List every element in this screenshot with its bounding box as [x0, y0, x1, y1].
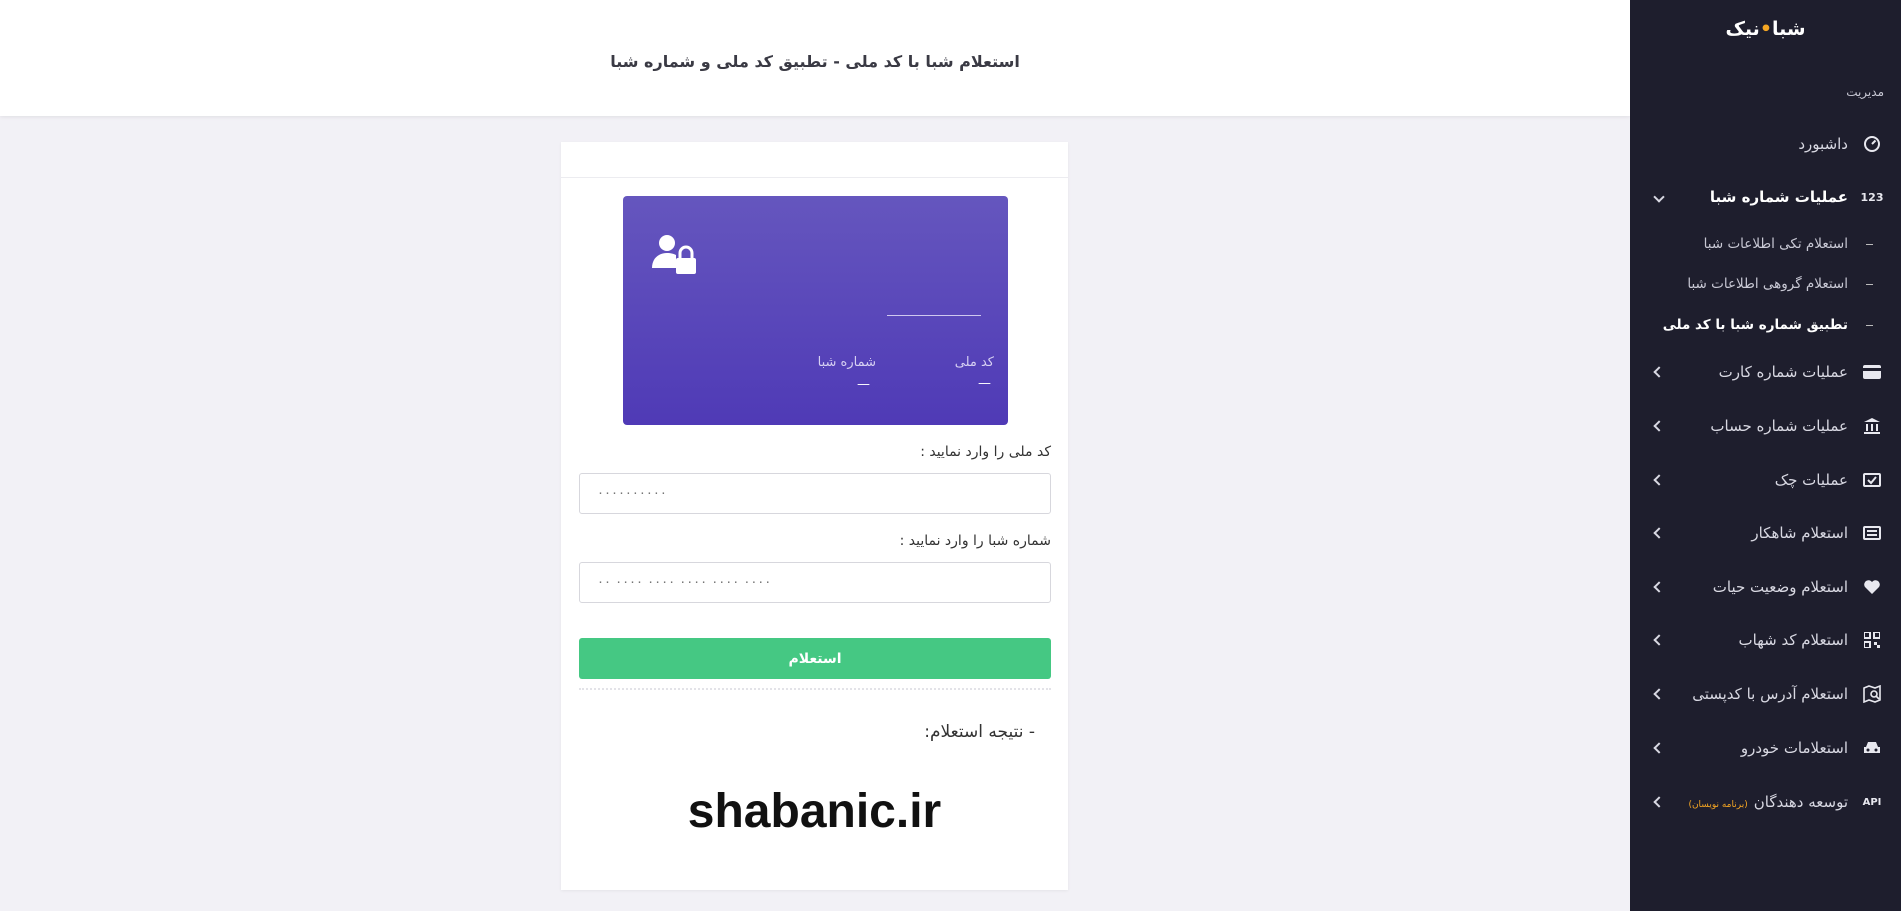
sidebar-subitem-label: استعلام گروهی اطلاعات شبا [1687, 276, 1848, 292]
sidebar-item-label: داشبورد [1798, 135, 1848, 153]
developers-badge: (برنامه نویسان) [1688, 800, 1748, 810]
sidebar-item-vehicle[interactable]: استعلامات خودرو [1630, 728, 1901, 768]
result-title: - نتیجه استعلام: [924, 722, 1035, 742]
identity-preview-card: کد ملی — شماره شبا — [623, 196, 1008, 425]
developers-label: توسعه دهندگان [1753, 793, 1848, 811]
inquiry-card: کد ملی — شماره شبا — کد ملی را وارد نمای… [561, 142, 1068, 890]
sidebar-subitem-label: استعلام تکی اطلاعات شبا [1703, 236, 1848, 252]
sidebar-subitem-label: تطبیق شماره شبا با کد ملی [1662, 317, 1848, 333]
sidebar-item-developers[interactable]: API توسعه دهندگان (برنامه نویسان) [1630, 782, 1901, 822]
sidebar-item-sheba-operations[interactable]: 123 عملیات شماره شبا [1630, 177, 1901, 217]
chevron-left-icon [1653, 581, 1665, 593]
sidebar-item-life-status[interactable]: استعلام وضعیت حیات [1630, 567, 1901, 607]
car-icon [1861, 737, 1883, 759]
chevron-left-icon [1653, 742, 1665, 754]
id-card-icon [1861, 522, 1883, 544]
sidebar-item-label: عملیات چک [1774, 471, 1848, 489]
chevron-left-icon [1653, 688, 1665, 700]
dash-icon [1866, 283, 1873, 285]
chevron-left-icon [1653, 634, 1665, 646]
sidebar-item-card-operations[interactable]: عملیات شماره کارت [1630, 352, 1901, 392]
chevron-left-icon [1653, 796, 1665, 808]
sidebar-item-label: عملیات شماره حساب [1710, 417, 1848, 435]
dash-icon [1866, 243, 1873, 245]
national-code-value: — [978, 376, 991, 391]
sidebar-subitem-single-sheba[interactable]: استعلام تکی اطلاعات شبا [1630, 229, 1901, 259]
api-icon: API [1862, 796, 1882, 808]
user-lock-icon [651, 234, 699, 282]
chevron-left-icon [1653, 366, 1665, 378]
sidebar-subitem-group-sheba[interactable]: استعلام گروهی اطلاعات شبا [1630, 269, 1901, 299]
sidebar-item-label: استعلام آدرس با کدپستی [1692, 685, 1848, 703]
inquiry-submit-button[interactable]: استعلام [579, 638, 1051, 679]
sidebar-item-dashboard[interactable]: داشبورد [1630, 124, 1901, 164]
national-code-label: کد ملی را وارد نمایید : [920, 444, 1051, 460]
sidebar-item-check-operations[interactable]: عملیات چک [1630, 460, 1901, 500]
map-search-icon [1861, 683, 1883, 705]
sidebar-section-label: مدیریت [1846, 85, 1884, 99]
sidebar-item-label: توسعه دهندگان (برنامه نویسان) [1688, 793, 1848, 811]
qr-code-icon [1861, 629, 1883, 651]
brand-logo[interactable]: شبا•نیک [1630, 18, 1901, 40]
brand-dot: • [1759, 18, 1772, 40]
sheba-caption: شماره شبا [817, 355, 876, 370]
national-code-caption: کد ملی [954, 355, 994, 370]
123-icon: 123 [1860, 190, 1884, 204]
sidebar-item-shahkar[interactable]: استعلام شاهکار [1630, 513, 1901, 553]
chevron-left-icon [1653, 527, 1665, 539]
sheba-label: شماره شبا را وارد نمایید : [899, 533, 1051, 549]
sheba-value: — [857, 377, 870, 392]
sidebar-item-label: عملیات شماره شبا [1709, 188, 1848, 206]
site-watermark: shabanic.ir [687, 785, 942, 838]
sidebar: شبا•نیک مدیریت داشبورد 123 عملیات شماره … [1630, 0, 1901, 911]
chevron-down-icon [1653, 191, 1665, 203]
dotted-divider [579, 688, 1051, 690]
sidebar-item-label: عملیات شماره کارت [1718, 363, 1848, 381]
gauge-icon [1861, 133, 1883, 155]
sidebar-item-account-operations[interactable]: عملیات شماره حساب [1630, 406, 1901, 446]
check-icon [1861, 469, 1883, 491]
dash-icon [1866, 324, 1873, 326]
sidebar-item-postal-address[interactable]: استعلام آدرس با کدپستی [1630, 674, 1901, 714]
national-code-input[interactable] [579, 473, 1051, 514]
chevron-left-icon [1653, 420, 1665, 432]
brand-text-end: نیک [1725, 18, 1760, 40]
brand-text-start: شبا [1771, 18, 1806, 40]
credit-card-icon [1861, 361, 1883, 383]
bank-icon [1861, 415, 1883, 437]
sidebar-item-label: استعلام شاهکار [1751, 524, 1848, 542]
page-title: استعلام شبا با کد ملی - تطبیق کد ملی و ش… [610, 52, 1020, 71]
card-divider-line [887, 315, 981, 316]
chevron-left-icon [1653, 474, 1665, 486]
sidebar-item-label: استعلامات خودرو [1740, 739, 1848, 757]
heart-icon [1861, 576, 1883, 598]
sidebar-item-shahab-code[interactable]: استعلام کد شهاب [1630, 620, 1901, 660]
sidebar-subitem-sheba-match[interactable]: تطبیق شماره شبا با کد ملی [1630, 310, 1901, 340]
sidebar-item-label: استعلام کد شهاب [1738, 631, 1848, 649]
sidebar-item-label: استعلام وضعیت حیات [1712, 578, 1848, 596]
card-header [561, 142, 1068, 178]
sheba-input[interactable] [579, 562, 1051, 603]
top-header: استعلام شبا با کد ملی - تطبیق کد ملی و ش… [0, 0, 1630, 116]
